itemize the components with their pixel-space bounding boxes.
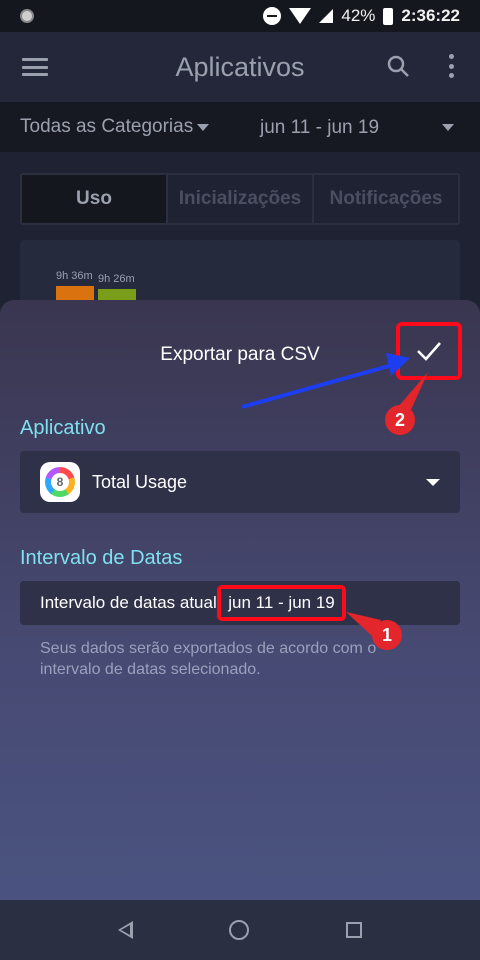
- annotation-layer: [241, 353, 428, 636]
- annotation-badge-2: 2: [385, 405, 415, 435]
- annotation-arrow: [241, 362, 397, 409]
- back-icon[interactable]: [118, 921, 134, 939]
- navigation-bar: [0, 900, 480, 960]
- annotation-badge-1: 1: [372, 620, 402, 650]
- home-icon[interactable]: [229, 920, 250, 940]
- recents-icon[interactable]: [345, 922, 362, 938]
- annotation-arrowhead: [386, 353, 410, 376]
